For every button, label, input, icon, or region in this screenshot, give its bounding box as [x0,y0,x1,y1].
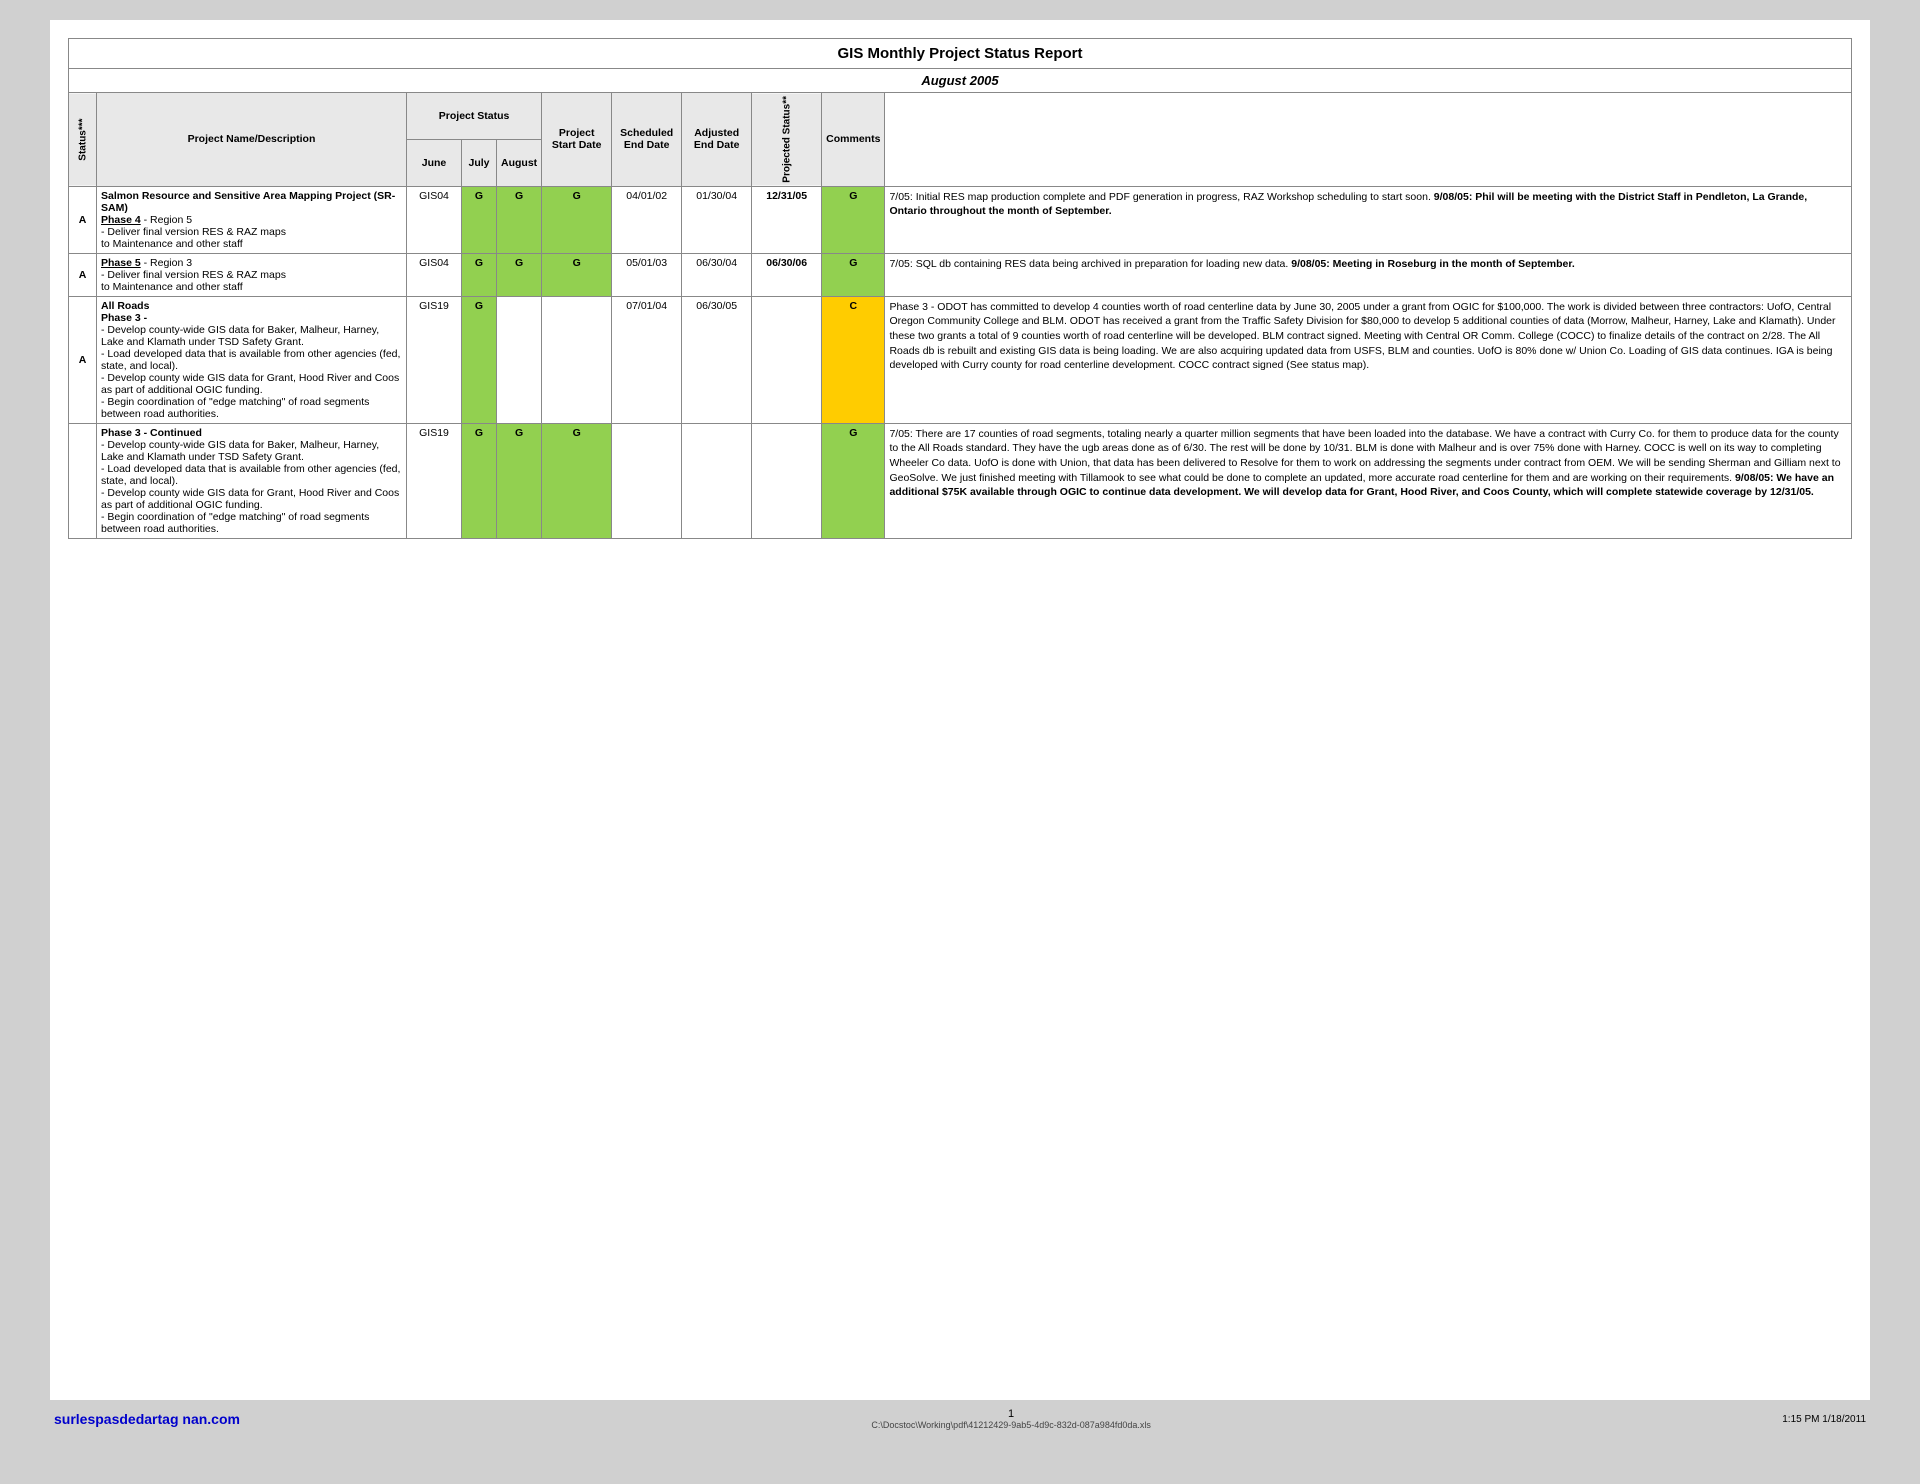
row3-end-date: 06/30/05 [682,296,752,423]
header-row-1: Status*** Project Name/Description Proje… [69,93,1852,140]
row3-project-name: All Roads Phase 3 - - Develop county-wid… [97,296,407,423]
row1-august: G [542,186,612,253]
project-name-header: Project Name/Description [97,93,407,187]
july-header: July [462,139,497,186]
row3-status: A [69,296,97,423]
start-date-header: Project Start Date [542,93,612,187]
row3-june: G [462,296,497,423]
table-row: Phase 3 - Continued - Develop county-wid… [69,423,1852,538]
comments-header: Comments [822,93,885,187]
project-status-group-header: Project Status [407,93,542,140]
row4-start-date [612,423,682,538]
row1-status: A [69,186,97,253]
row2-project-number: GIS04 [407,253,462,296]
footer-page-number: 1 C:\Docstoc\Working\pdf\41212429-9ab5-4… [871,1408,1151,1430]
page-footer: surlespasdedartag nan.com 1 C:\Docstoc\W… [50,1408,1870,1430]
row1-adjusted: 12/31/05 [752,186,822,253]
row3-july [497,296,542,423]
row2-status: A [69,253,97,296]
table-row: A Salmon Resource and Sensitive Area Map… [69,186,1852,253]
row3-projected: C [822,296,885,423]
row1-end-date: 01/30/04 [682,186,752,253]
row1-projected: G [822,186,885,253]
row2-end-date: 06/30/04 [682,253,752,296]
row2-july: G [497,253,542,296]
footer-website: surlespasdedartag nan.com [54,1411,240,1427]
row2-august: G [542,253,612,296]
august-header: August [497,139,542,186]
row4-end-date [682,423,752,538]
row2-project-name: Phase 5 - Region 3 - Deliver final versi… [97,253,407,296]
row4-projected: G [822,423,885,538]
row3-comments: Phase 3 - ODOT has committed to develop … [885,296,1852,423]
footer-datetime: 1:15 PM 1/18/2011 [1782,1414,1866,1425]
row2-projected: G [822,253,885,296]
row2-june: G [462,253,497,296]
row4-august: G [542,423,612,538]
row4-adjusted [752,423,822,538]
status-table: Status*** Project Name/Description Proje… [68,92,1852,539]
row1-start-date: 04/01/02 [612,186,682,253]
row3-adjusted [752,296,822,423]
row3-august [542,296,612,423]
table-row: A All Roads Phase 3 - - Develop county-w… [69,296,1852,423]
june-header: June [407,139,462,186]
row1-july: G [497,186,542,253]
row4-july: G [497,423,542,538]
report-subtitle: August 2005 [68,68,1852,92]
row4-comments: 7/05: There are 17 counties of road segm… [885,423,1852,538]
projected-header: Projected Status** [752,93,822,187]
status-header: Status*** [69,93,97,187]
row4-status [69,423,97,538]
row2-start-date: 05/01/03 [612,253,682,296]
report-page: GIS Monthly Project Status Report August… [50,20,1870,1400]
row3-project-number: GIS19 [407,296,462,423]
row1-comments: 7/05: Initial RES map production complet… [885,186,1852,253]
row1-june: G [462,186,497,253]
row2-adjusted: 06/30/06 [752,253,822,296]
row4-june: G [462,423,497,538]
table-row: A Phase 5 - Region 3 - Deliver final ver… [69,253,1852,296]
adjusted-header: Adjusted End Date [682,93,752,187]
row1-project-name: Salmon Resource and Sensitive Area Mappi… [97,186,407,253]
row4-project-name: Phase 3 - Continued - Develop county-wid… [97,423,407,538]
end-date-header: Scheduled End Date [612,93,682,187]
report-title: GIS Monthly Project Status Report [68,38,1852,68]
row4-project-number: GIS19 [407,423,462,538]
row2-comments: 7/05: SQL db containing RES data being a… [885,253,1852,296]
row3-start-date: 07/01/04 [612,296,682,423]
row1-project-number: GIS04 [407,186,462,253]
